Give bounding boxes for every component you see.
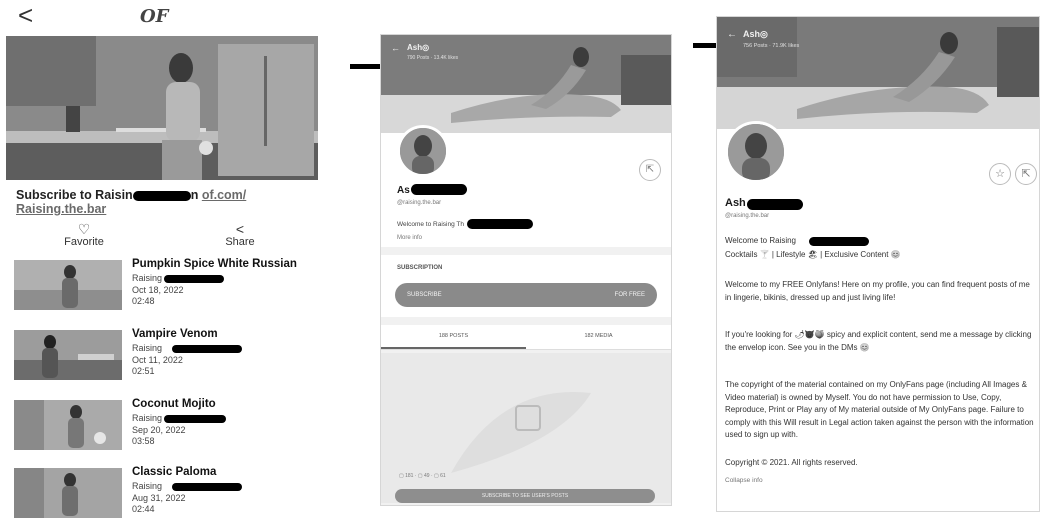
video-title: Coconut Mojito (132, 398, 216, 410)
bio-paragraph: If you're looking for 🌶😈🍑 spicy and expl… (725, 330, 1032, 352)
more-info-link[interactable]: More info (397, 235, 422, 241)
profile-bio: Welcome to Raising Th (397, 221, 464, 228)
list-item[interactable]: Pumpkin Spice White Russian Raising Oct … (14, 258, 314, 316)
header-name: Ash◎ (743, 29, 768, 39)
video-title: Classic Paloma (132, 466, 217, 478)
bio-copyright-notice: The copyright of the material contained … (725, 380, 1034, 439)
hero-image (6, 36, 318, 180)
tab-posts[interactable]: 188 POSTS (381, 325, 526, 349)
video-thumbnail (14, 468, 122, 518)
profile-handle: @raising.the.bar (725, 213, 770, 219)
header-back-icon[interactable]: ← (727, 29, 737, 40)
subscribe-caption: Subscribe to Raisin n of.com/ Raising.the… (16, 188, 326, 216)
locked-counts: ▢ 181 · ▢ 49 · ▢ 61 (399, 473, 446, 479)
subscribe-link[interactable]: of.com/ (202, 188, 246, 202)
profile-tabs: 188 POSTS 182 MEDIA (381, 325, 671, 350)
arrow-marker (350, 64, 380, 69)
avatar[interactable] (397, 125, 449, 177)
profile-name: As (397, 185, 410, 196)
subscribe-text-tail: n (190, 188, 199, 202)
share-icon[interactable]: ⇱ (639, 159, 661, 181)
header-stats: 756 Posts · 71.9K likes (743, 43, 800, 49)
back-icon[interactable]: < (18, 2, 33, 28)
list-item[interactable]: Vampire Venom Raising Oct 11, 2022 02:51 (14, 328, 314, 386)
subscribe-button-label: SUBSCRIBE (407, 292, 442, 298)
bio-paragraph: Welcome to my FREE Onlyfans! Here on my … (725, 280, 1030, 302)
locked-content: ▢ 181 · ▢ 49 · ▢ 61 SUBSCRIBE TO SEE USE… (381, 353, 671, 503)
share-button[interactable]: < Share (200, 222, 280, 248)
profile-name: Ash (725, 197, 746, 209)
subscribe-price: FOR FREE (614, 292, 645, 298)
video-date: Sep 20, 2022 (132, 425, 186, 435)
redaction-bar (411, 184, 467, 195)
subscribe-to-see-button[interactable]: SUBSCRIBE TO SEE USER'S POSTS (395, 489, 655, 503)
favorite-label: Favorite (64, 236, 104, 248)
video-duration: 02:48 (132, 296, 155, 306)
video-duration: 02:44 (132, 504, 155, 514)
header-stats: 790 Posts · 13.4K likes (407, 55, 459, 61)
video-thumbnail (14, 330, 122, 380)
avatar[interactable] (725, 121, 787, 183)
logo-icon: OF (140, 6, 169, 27)
video-duration: 02:51 (132, 366, 155, 376)
favorite-button[interactable]: ♡ Favorite (44, 222, 124, 248)
video-date: Oct 11, 2022 (132, 355, 183, 365)
list-item[interactable]: Coconut Mojito Raising Sep 20, 2022 03:5… (14, 398, 314, 456)
subscribe-link-path[interactable]: Raising.the.bar (16, 202, 106, 216)
list-item[interactable]: Classic Paloma Raising Aug 31, 2022 02:4… (14, 466, 314, 524)
subscribe-text: Subscribe to Raisin (16, 188, 133, 202)
redaction-bar (747, 199, 803, 210)
header-back-icon[interactable]: ← (391, 43, 400, 53)
share-icon[interactable]: ⇱ (1015, 163, 1037, 185)
share-label: Share (225, 236, 255, 248)
video-title: Pumpkin Spice White Russian (132, 258, 297, 270)
video-date: Oct 18, 2022 (132, 285, 184, 295)
profile-handle: @raising.the.bar (397, 200, 442, 206)
video-channel: Raising (132, 413, 227, 423)
redaction-bar (467, 219, 533, 229)
video-thumbnail (14, 260, 122, 310)
video-date: Aug 31, 2022 (132, 493, 186, 503)
subscription-label: SUBSCRIPTION (397, 265, 443, 271)
video-thumbnail (14, 400, 122, 450)
redaction-bar (809, 237, 869, 246)
tab-media[interactable]: 182 MEDIA (526, 325, 671, 347)
bio-welcome: Welcome to Raising (725, 236, 796, 245)
panel-profile-mobile: ← Ash◎ 790 Posts · 13.4K likes ⇱ As @rai… (380, 34, 672, 506)
redaction-bar (132, 190, 191, 201)
bio-tags: Cocktails 🍸 | Lifestyle 🏖 | Exclusive Co… (725, 250, 901, 259)
subscribe-button[interactable]: SUBSCRIBE FOR FREE (395, 283, 657, 307)
panel-video-listing: < OF Subscribe to Raisin n of.com/ Raisin… (0, 0, 330, 518)
share-icon: < (235, 221, 245, 237)
video-channel: Raising (132, 481, 243, 491)
video-channel: Raising (132, 343, 243, 353)
video-duration: 03:58 (132, 436, 155, 446)
heart-icon: ♡ (77, 221, 91, 237)
header-name: Ash◎ (407, 43, 430, 52)
bio-copyright: Copyright © 2021. All rights reserved. (725, 458, 858, 467)
video-channel: Raising (132, 273, 225, 283)
lock-icon (515, 405, 541, 431)
collapse-info-link[interactable]: Collapse info (725, 477, 763, 484)
star-icon[interactable]: ☆ (989, 163, 1011, 185)
panel-profile-desktop: ← Ash◎ 756 Posts · 71.9K likes ☆ ⇱ Ash @… (716, 16, 1040, 512)
video-title: Vampire Venom (132, 328, 218, 340)
